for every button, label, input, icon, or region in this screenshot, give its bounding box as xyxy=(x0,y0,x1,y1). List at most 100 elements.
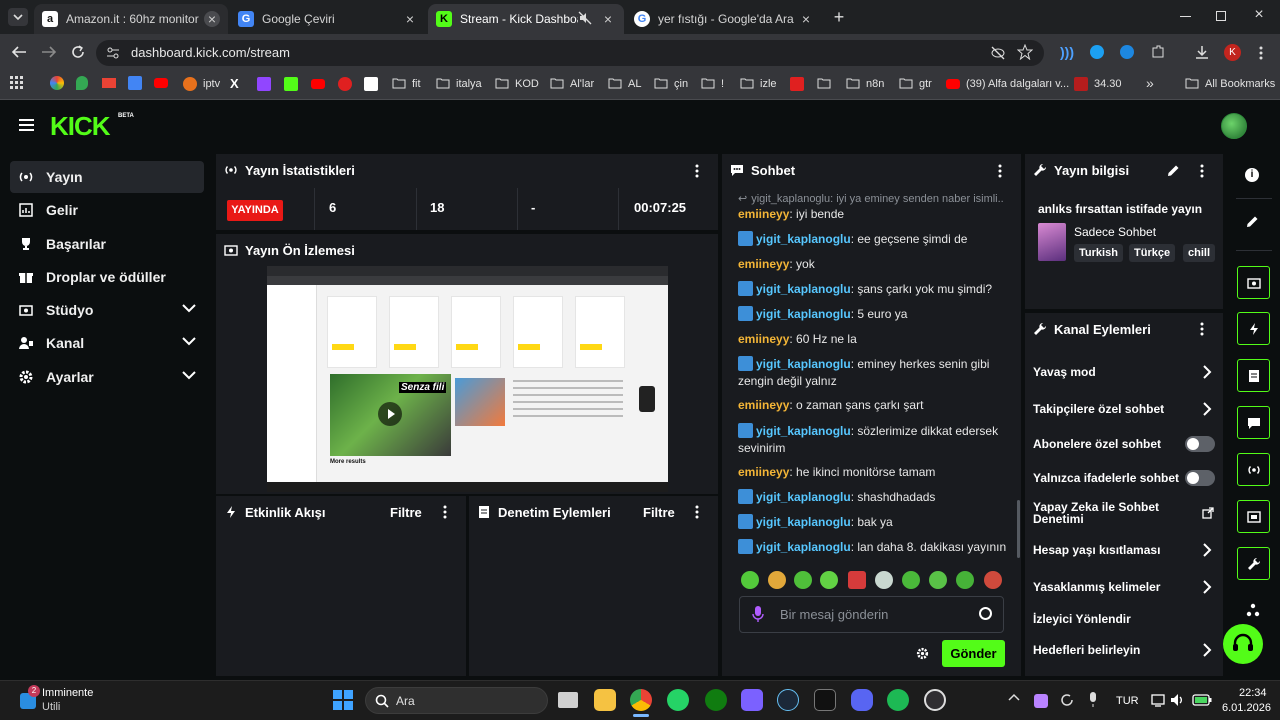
emote-icon[interactable] xyxy=(902,571,920,589)
bookmark-star-icon[interactable] xyxy=(1017,44,1033,60)
rail-preview-button[interactable] xyxy=(1237,266,1270,299)
bookmark-folder-exclaim[interactable]: ! xyxy=(701,76,724,92)
clock-date[interactable]: 6.01.2026 xyxy=(1222,702,1271,714)
bookmark-folder-italya[interactable]: italya xyxy=(436,76,482,92)
category-thumbnail[interactable] xyxy=(1038,223,1066,261)
bookmark-translate-icon[interactable] xyxy=(128,76,142,90)
chat-username[interactable]: emiineyy xyxy=(738,207,789,221)
emote-icon[interactable] xyxy=(848,571,866,589)
rail-camera-button[interactable] xyxy=(1237,500,1270,533)
chevron-right-icon[interactable] xyxy=(1202,365,1212,379)
bookmark-shield[interactable] xyxy=(338,76,358,92)
bookmark-photos-icon[interactable] xyxy=(50,76,64,90)
tray-microphone-icon[interactable] xyxy=(1088,692,1098,708)
bookmark-folder-n8n[interactable]: n8n xyxy=(846,76,884,92)
chat-username[interactable]: emiineyy xyxy=(738,257,789,271)
show-hidden-icons[interactable] xyxy=(1008,692,1020,702)
emote-icon[interactable] xyxy=(929,571,947,589)
user-avatar[interactable] xyxy=(1221,113,1247,139)
moderation-more-icon[interactable] xyxy=(694,505,706,519)
microphone-icon[interactable] xyxy=(752,606,764,622)
tag-chip[interactable]: chill xyxy=(1183,244,1216,262)
action-followers-only[interactable]: Takipçilere özel sohbet xyxy=(1033,402,1213,416)
bookmark-x[interactable]: X xyxy=(230,76,250,92)
bookmark-youtube[interactable] xyxy=(311,76,331,92)
bookmark-folder-cin[interactable]: çin xyxy=(654,76,688,92)
emote-icon[interactable] xyxy=(875,571,893,589)
rail-stats-button[interactable] xyxy=(1237,453,1270,486)
chat-username[interactable]: yigit_kaplanoglu xyxy=(756,232,851,246)
steam-icon[interactable] xyxy=(777,689,799,711)
bookmark-folder-gtr[interactable]: gtr xyxy=(899,76,932,92)
close-tab-icon[interactable]: × xyxy=(600,11,616,27)
apps-grid-icon[interactable] xyxy=(10,76,24,90)
action-account-age[interactable]: Hesap yaşı kısıtlaması xyxy=(1033,543,1213,557)
more-bookmarks-icon[interactable]: » xyxy=(1146,75,1154,91)
category-name[interactable]: Sadece Sohbet xyxy=(1074,225,1156,239)
forward-icon[interactable] xyxy=(40,44,58,60)
sidebar-item-basarilar[interactable]: Başarılar xyxy=(10,228,204,260)
input-language[interactable]: TUR xyxy=(1116,695,1139,707)
weather-widget[interactable]: 2 Imminente Utili xyxy=(18,685,108,715)
rail-tools-button[interactable] xyxy=(1237,547,1270,580)
back-icon[interactable] xyxy=(10,44,28,60)
chat-username[interactable]: yigit_kaplanoglu xyxy=(756,424,851,438)
stats-more-icon[interactable] xyxy=(694,164,706,178)
bookmark-folder-allar[interactable]: Al'lar xyxy=(550,76,594,92)
activity-filter-button[interactable]: Filtre xyxy=(390,505,422,520)
sidebar-item-kanal[interactable]: Kanal xyxy=(10,327,204,359)
download-icon[interactable] xyxy=(1194,44,1210,60)
site-info-icon[interactable] xyxy=(106,46,120,60)
close-tab-icon[interactable]: × xyxy=(798,11,814,27)
clock-time[interactable]: 22:34 xyxy=(1239,687,1267,699)
chat-username[interactable]: emiineyy xyxy=(738,332,789,346)
start-button[interactable] xyxy=(333,690,353,710)
bookmark-folder-izle[interactable]: izle xyxy=(740,76,777,92)
action-set-goals[interactable]: Hedefleri belirleyin xyxy=(1033,643,1213,657)
bookmark-gmail-icon[interactable] xyxy=(102,78,116,88)
emote-icon[interactable] xyxy=(794,571,812,589)
obs-icon[interactable] xyxy=(924,689,946,711)
info-icon[interactable]: i xyxy=(1245,168,1259,182)
tray-sync-icon[interactable] xyxy=(1060,693,1074,707)
task-view-icon[interactable] xyxy=(558,692,578,708)
chat-username[interactable]: yigit_kaplanoglu xyxy=(756,307,851,321)
network-icon[interactable] xyxy=(1151,693,1165,707)
emote-icon[interactable] xyxy=(984,571,1002,589)
close-tab-icon[interactable]: × xyxy=(204,11,220,27)
new-tab-button[interactable]: + xyxy=(830,8,848,26)
hamburger-menu-icon[interactable] xyxy=(19,118,35,132)
epic-games-icon[interactable] xyxy=(814,689,836,711)
support-headset-button[interactable] xyxy=(1223,624,1263,664)
emotes-only-toggle[interactable] xyxy=(1185,470,1215,486)
chat-username[interactable]: yigit_kaplanoglu xyxy=(756,490,851,504)
xbox-icon[interactable] xyxy=(705,689,727,711)
tab-google-search[interactable]: G yer fıstığı - Google'da Ara × xyxy=(626,4,822,34)
chat-username[interactable]: yigit_kaplanoglu xyxy=(756,540,851,554)
channel-actions-more-icon[interactable] xyxy=(1199,322,1211,336)
emote-icon[interactable] xyxy=(768,571,786,589)
activity-more-icon[interactable] xyxy=(442,505,454,519)
chat-scrollbar[interactable] xyxy=(1017,500,1020,558)
sidebar-item-droplar[interactable]: Droplar ve ödüller xyxy=(10,261,204,293)
extension-shazam-icon[interactable] xyxy=(1090,45,1104,59)
minimize-icon[interactable] xyxy=(1180,16,1191,17)
close-window-icon[interactable]: × xyxy=(1250,6,1268,24)
extension-audio-icon[interactable]: ))) xyxy=(1060,44,1074,60)
bookmark-folder-empty[interactable] xyxy=(817,76,837,92)
chat-username[interactable]: yigit_kaplanoglu xyxy=(756,515,851,529)
bookmark-maps-icon[interactable] xyxy=(76,76,88,90)
rail-share-icon[interactable] xyxy=(1246,603,1260,617)
reload-icon[interactable] xyxy=(70,44,86,60)
file-explorer-icon[interactable] xyxy=(594,689,616,711)
tab-search-button[interactable] xyxy=(8,8,28,26)
chat-username[interactable]: yigit_kaplanoglu xyxy=(756,282,851,296)
action-slow-mode[interactable]: Yavaş mod xyxy=(1033,365,1213,379)
tab-google-translate[interactable]: G Google Çeviri × xyxy=(230,4,426,34)
rail-edit-icon[interactable] xyxy=(1246,215,1259,228)
bookmark-kick[interactable] xyxy=(284,76,304,92)
bookmark-iptv[interactable]: iptv xyxy=(183,76,220,92)
chat-username[interactable]: yigit_kaplanoglu xyxy=(756,357,851,371)
chat-username[interactable]: emiineyy xyxy=(738,398,789,412)
chevron-right-icon[interactable] xyxy=(1202,580,1212,594)
